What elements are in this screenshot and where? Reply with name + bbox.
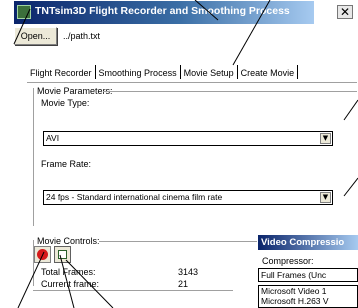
chevron-down-icon[interactable]: ▼ — [320, 133, 331, 144]
open-button[interactable]: Open... — [14, 27, 57, 45]
controls-bottom-line — [33, 290, 233, 291]
compressor-field[interactable]: Full Frames (Unc — [258, 268, 358, 282]
close-icon[interactable]: ✕ — [337, 5, 353, 19]
callout-line — [343, 99, 358, 121]
video-compression-title: Video Compressio — [258, 235, 358, 250]
callout-line — [343, 177, 358, 197]
group-border-parameters — [33, 88, 34, 226]
total-frames-label: Total Frames: — [41, 267, 96, 277]
film-button[interactable] — [54, 246, 71, 263]
current-frame-label: Current frame: — [41, 279, 100, 289]
current-frame-value: 21 — [178, 279, 189, 289]
movie-type-value: AVI — [46, 133, 60, 143]
compressor-list[interactable]: Microsoft Video 1 Microsoft H.263 V — [258, 285, 358, 308]
chevron-down-icon[interactable]: ▼ — [320, 192, 331, 203]
film-icon — [58, 250, 67, 259]
list-item[interactable]: Microsoft H.263 V — [259, 296, 357, 306]
app-icon — [17, 5, 31, 19]
record-icon — [37, 249, 48, 260]
compressor-value: Full Frames (Unc — [261, 270, 327, 280]
list-item[interactable]: Microsoft Video 1 — [259, 286, 357, 296]
frame-rate-select[interactable]: 24 fps - Standard international cinema f… — [43, 190, 333, 205]
compressor-label: Compressor: — [262, 256, 314, 266]
window-title: TNTsim3D Flight Recorder and Smoothing P… — [35, 5, 290, 17]
frame-rate-value: 24 fps - Standard international cinema f… — [46, 192, 223, 202]
tab-movie-setup[interactable]: Movie Setup — [181, 64, 237, 82]
tab-smoothing-process[interactable]: Smoothing Process — [96, 64, 180, 82]
tab-flight-recorder[interactable]: Flight Recorder — [27, 64, 95, 82]
window-titlebar: TNTsim3D Flight Recorder and Smoothing P… — [14, 1, 314, 24]
movie-controls-label: Movie Controls: — [37, 236, 100, 246]
tab-underline — [27, 82, 357, 83]
total-frames-value: 3143 — [178, 267, 199, 277]
movie-parameters-label: Movie Parameters: — [37, 86, 113, 96]
tab-create-movie[interactable]: Create Movie — [237, 64, 298, 82]
movie-type-select[interactable]: AVI ▼ — [43, 131, 333, 146]
frame-rate-label: Frame Rate: — [41, 159, 92, 169]
file-path: ../path.txt — [63, 31, 101, 41]
movie-type-label: Movie Type: — [41, 98, 90, 108]
controls-top-line — [99, 241, 257, 242]
group-top-line — [103, 91, 357, 92]
record-button[interactable] — [34, 246, 51, 263]
tab-strip: Flight Recorder Smoothing Process Movie Se… — [27, 64, 299, 82]
